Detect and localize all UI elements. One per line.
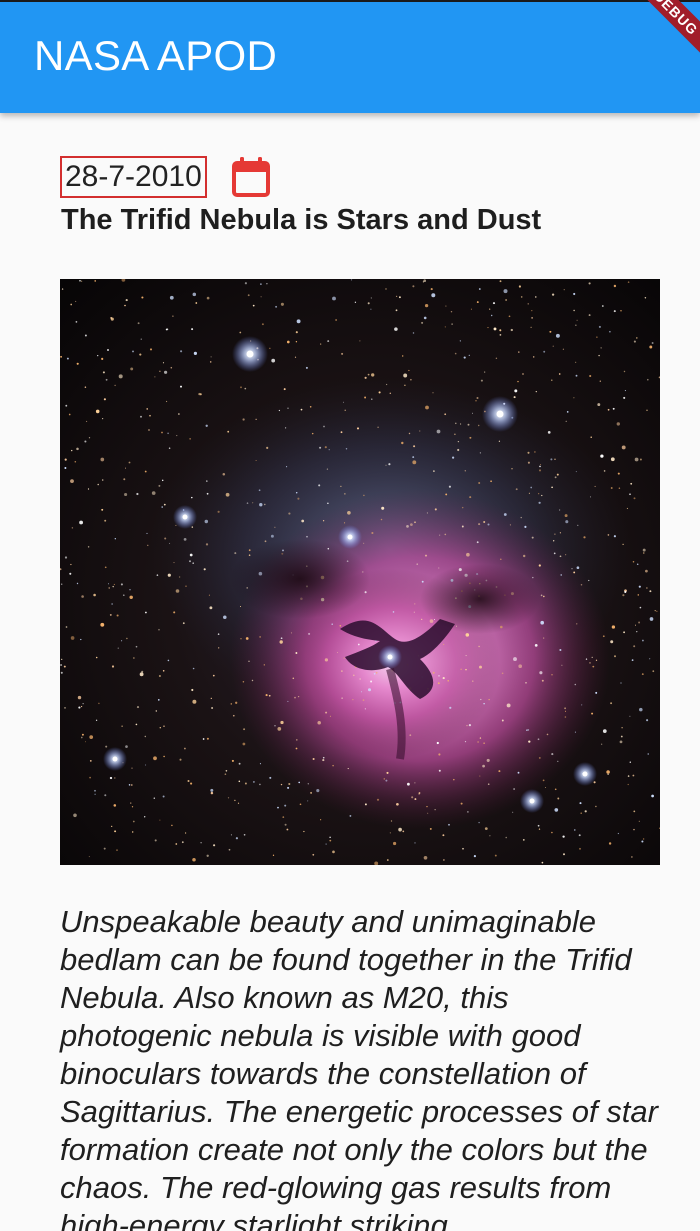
apod-explanation: Unspeakable beauty and unimaginable bedl…: [60, 904, 658, 1231]
date-picker-button[interactable]: [231, 156, 271, 198]
date-row: 28-7-2010: [60, 156, 271, 198]
nebula-photo: [60, 279, 660, 865]
date-display[interactable]: 28-7-2010: [60, 156, 207, 198]
debug-banner: DEBUG: [625, 0, 700, 64]
app-title: NASA APOD: [34, 32, 278, 79]
apod-content: 28-7-2010 The Trifid Nebula is Stars and…: [0, 113, 700, 1231]
apod-image[interactable]: [60, 279, 660, 865]
apod-title: The Trifid Nebula is Stars and Dust: [61, 204, 542, 236]
status-bar-strip: [0, 0, 700, 2]
app-bar: NASA APOD DEBUG: [0, 0, 700, 113]
calendar-icon: [231, 157, 270, 197]
